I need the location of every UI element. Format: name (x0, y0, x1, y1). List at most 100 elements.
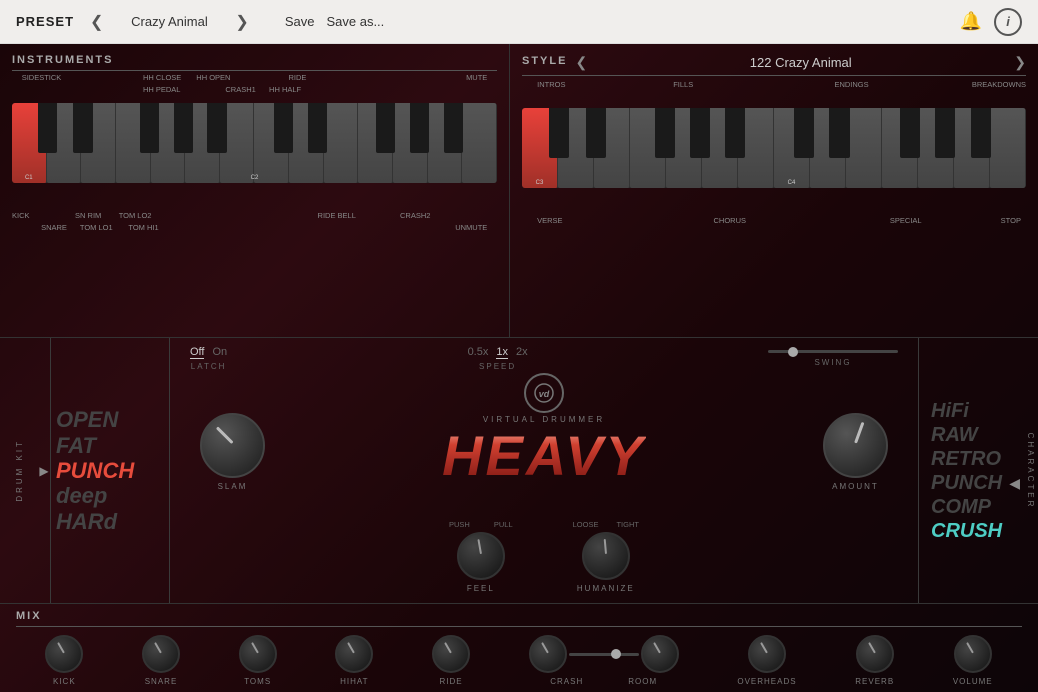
key-w14[interactable] (462, 103, 497, 183)
style-key-8[interactable]: C4 (774, 108, 810, 188)
char-option-comp[interactable]: COMP (931, 495, 1030, 519)
humanize-knob-area: LOOSE TIGHT HUMANIZE (573, 520, 639, 593)
mix-crash-fader[interactable] (569, 653, 639, 656)
speed-2x-option[interactable]: 2x (516, 346, 528, 359)
style-key-2[interactable] (558, 108, 594, 188)
mix-volume-knob[interactable] (954, 635, 992, 673)
mix-crash-knob[interactable] (529, 635, 567, 673)
key-kick[interactable]: C1 (12, 103, 47, 183)
info-button[interactable]: i (994, 8, 1022, 36)
mix-reverb-knob[interactable] (856, 635, 894, 673)
key-w11[interactable] (358, 103, 393, 183)
swing-slider[interactable] (768, 350, 898, 353)
notification-bell-button[interactable]: 🔔 (960, 11, 982, 32)
key-w2[interactable] (47, 103, 82, 183)
char-option-retro[interactable]: RETRO (931, 447, 1030, 471)
key-w5[interactable] (151, 103, 186, 183)
style-key-5[interactable] (666, 108, 702, 188)
kit-option-deep[interactable]: deep (56, 483, 164, 508)
mix-room-label: ROOM (628, 677, 657, 686)
label-ride: RIDE (288, 73, 306, 82)
humanize-knob[interactable] (582, 532, 630, 580)
latch-on-option[interactable]: On (212, 346, 227, 359)
style-key-12[interactable] (918, 108, 954, 188)
label-hh-pedal: HH PEDAL (143, 85, 181, 94)
label-verse: VERSE (537, 216, 562, 225)
char-option-raw[interactable]: RAW (931, 423, 1030, 447)
mix-toms-knob[interactable] (239, 635, 277, 673)
speed-1x-option[interactable]: 1x (496, 346, 508, 359)
feel-pull-label: PULL (494, 520, 513, 529)
style-key-4[interactable] (630, 108, 666, 188)
style-key-10[interactable] (846, 108, 882, 188)
middle-section: DRUM KIT ▶ OPEN FAT PUNCH deep HARd Off … (0, 338, 1038, 603)
label-hh-open: HH OPEN (196, 73, 230, 82)
style-key-9[interactable] (810, 108, 846, 188)
char-option-crush[interactable]: CRUSH (931, 519, 1030, 543)
key-w8[interactable]: C2 (254, 103, 289, 183)
swing-slider-thumb[interactable] (788, 347, 798, 357)
label-endings: ENDINGS (834, 80, 868, 89)
slam-label: SLAM (218, 482, 248, 491)
key-w13[interactable] (428, 103, 463, 183)
key-w4[interactable] (116, 103, 151, 183)
vd-center: vd VIRTUAL DRUMMER HEAVY (442, 373, 646, 484)
mix-crash-fader-thumb[interactable] (611, 649, 621, 659)
save-button[interactable]: Save (285, 14, 315, 29)
feel-knob[interactable] (457, 532, 505, 580)
mix-hihat-knob[interactable] (335, 635, 373, 673)
mix-snare-knob[interactable] (142, 635, 180, 673)
mix-overheads-knob[interactable] (748, 635, 786, 673)
humanize-tight-label: TIGHT (616, 520, 639, 529)
speed-half-option[interactable]: 0.5x (468, 346, 489, 359)
style-key-7[interactable] (738, 108, 774, 188)
swing-control: SWING (768, 350, 898, 367)
slam-knob[interactable] (200, 413, 265, 478)
kit-option-fat[interactable]: FAT (56, 433, 164, 458)
style-key-14[interactable] (990, 108, 1026, 188)
amount-label: AMOUNT (832, 482, 879, 491)
drum-kit-sidebar: DRUM KIT (0, 338, 38, 603)
drum-kit-arrow-icon[interactable]: ▶ (39, 464, 48, 478)
mix-crash-fader-row (529, 635, 679, 673)
key-w9[interactable] (289, 103, 324, 183)
character-panel: HiFi RAW RETRO PUNCH COMP CRUSH CHARACTE… (918, 338, 1038, 603)
style-key-3[interactable] (594, 108, 630, 188)
save-as-button[interactable]: Save as... (326, 14, 384, 29)
character-arrow-icon[interactable]: ◀ (1009, 475, 1020, 492)
mix-volume: VOLUME (953, 635, 993, 686)
mix-ride-knob[interactable] (432, 635, 470, 673)
mix-kick-knob[interactable] (45, 635, 83, 673)
style-key-11[interactable] (882, 108, 918, 188)
instruments-piano[interactable]: C1 C2 (12, 103, 497, 183)
svg-text:vd: vd (539, 389, 550, 399)
style-key-6[interactable] (702, 108, 738, 188)
char-option-hifi[interactable]: HiFi (931, 399, 1030, 423)
latch-off-option[interactable]: Off (190, 346, 204, 359)
label-sidestick: SIDESTICK (22, 73, 62, 82)
style-piano[interactable]: C3 C4 (522, 108, 1026, 188)
character-label: CHARACTER (1026, 432, 1035, 509)
kit-option-hard[interactable]: HARd (56, 509, 164, 534)
kit-option-punch[interactable]: PUNCH (56, 458, 164, 483)
style-key-1[interactable]: C3 (522, 108, 558, 188)
label-stop: STOP (1001, 216, 1021, 225)
slam-knob-indicator (216, 427, 234, 445)
style-next-button[interactable]: ❯ (1014, 54, 1026, 71)
label-snare: SNARE (41, 223, 67, 232)
feel-knob-area: PUSH PULL FEEL (449, 520, 513, 593)
key-w12[interactable] (393, 103, 428, 183)
mix-ride: RIDE (432, 635, 470, 686)
preset-next-button[interactable]: ❯ (231, 10, 252, 34)
mix-hihat: HIHAT (335, 635, 373, 686)
key-w6[interactable] (185, 103, 220, 183)
key-w10[interactable] (324, 103, 359, 183)
style-prev-button[interactable]: ❮ (575, 54, 587, 71)
amount-knob[interactable] (823, 413, 888, 478)
kit-option-open[interactable]: OPEN (56, 407, 164, 432)
style-key-13[interactable] (954, 108, 990, 188)
mix-room-knob[interactable] (641, 635, 679, 673)
key-w3[interactable] (81, 103, 116, 183)
key-w7[interactable] (220, 103, 255, 183)
preset-prev-button[interactable]: ❮ (86, 10, 107, 34)
